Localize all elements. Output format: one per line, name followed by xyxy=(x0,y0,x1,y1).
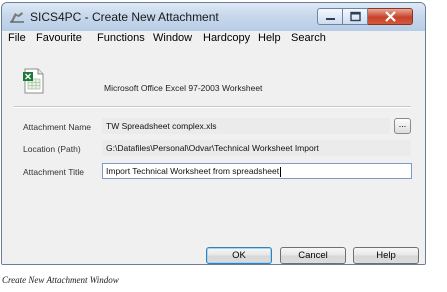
location-path-label: Location (Path) xyxy=(23,144,81,154)
app-icon xyxy=(10,12,24,23)
ok-button[interactable]: OK xyxy=(206,247,272,264)
file-type-label: Microsoft Office Excel 97-2003 Worksheet xyxy=(104,83,263,93)
menu-file[interactable]: File xyxy=(8,31,26,46)
menu-functions[interactable]: Functions xyxy=(97,31,145,46)
close-icon xyxy=(385,11,396,22)
help-button[interactable]: Help xyxy=(353,247,419,264)
dialog-window: SICS4PC - Create New Attachment File Fav… xyxy=(1,2,426,265)
attachment-title-value: Import Technical Worksheet from spreadsh… xyxy=(106,166,280,176)
maximize-icon xyxy=(350,11,361,22)
attachment-title-input[interactable]: Import Technical Worksheet from spreadsh… xyxy=(102,163,412,179)
attachment-name-field[interactable]: TW Spreadsheet complex.xls xyxy=(102,118,390,134)
menu-window[interactable]: Window xyxy=(153,31,192,46)
menu-favourite[interactable]: Favourite xyxy=(36,31,82,46)
attachment-name-label: Attachment Name xyxy=(23,122,92,132)
menu-help[interactable]: Help xyxy=(258,31,281,46)
attachment-title-label: Attachment Title xyxy=(23,167,84,177)
figure-caption: Create New Attachment Window xyxy=(2,275,119,285)
dialog-body: Microsoft Office Excel 97-2003 Worksheet… xyxy=(2,46,425,264)
cancel-button[interactable]: Cancel xyxy=(280,247,346,264)
title-bar[interactable]: SICS4PC - Create New Attachment xyxy=(2,3,425,32)
menu-search[interactable]: Search xyxy=(291,31,326,46)
browse-button[interactable]: ... xyxy=(394,118,411,134)
menu-bar: File Favourite Functions Window Hardcopy… xyxy=(2,31,425,46)
divider xyxy=(14,106,411,108)
minimize-icon xyxy=(326,18,335,20)
close-button[interactable] xyxy=(368,8,413,25)
location-path-field[interactable]: G:\Datafiles\Personal\Odvar\Technical Wo… xyxy=(102,140,411,156)
menu-hardcopy[interactable]: Hardcopy xyxy=(203,31,250,46)
maximize-button[interactable] xyxy=(343,8,368,25)
excel-file-icon xyxy=(23,68,44,94)
text-caret xyxy=(280,166,282,177)
minimize-button[interactable] xyxy=(317,8,343,25)
window-title: SICS4PC - Create New Attachment xyxy=(30,10,219,24)
